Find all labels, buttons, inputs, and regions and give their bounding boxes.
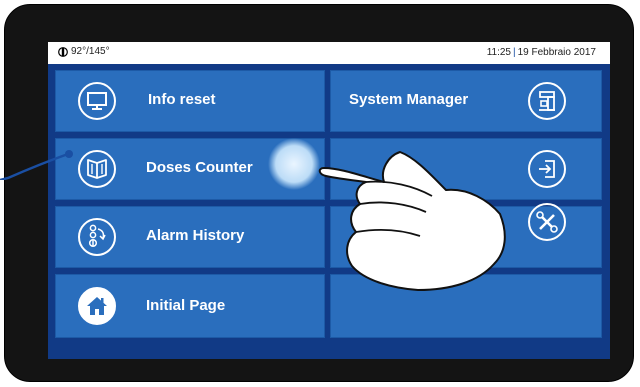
exit-door-icon bbox=[528, 150, 566, 188]
home-icon bbox=[78, 287, 116, 325]
exit-button[interactable] bbox=[330, 138, 602, 200]
coffee-machine-icon bbox=[528, 82, 566, 120]
info-reset-button[interactable]: Info reset bbox=[55, 70, 325, 132]
monitor-icon bbox=[78, 82, 116, 120]
system-manager-label: System Manager bbox=[349, 91, 469, 108]
doses-counter-label: Doses Counter bbox=[146, 159, 253, 176]
alarm-history-button[interactable]: Alarm History bbox=[55, 206, 325, 268]
info-reset-label: Info reset bbox=[148, 91, 216, 108]
book-icon bbox=[78, 150, 116, 188]
empty-tile bbox=[330, 274, 602, 338]
tools-icon bbox=[528, 203, 566, 241]
status-datetime: 11:25 | 19 Febbraio 2017 bbox=[487, 47, 596, 58]
initial-page-button[interactable]: Initial Page bbox=[55, 274, 325, 338]
current-date: 19 Febbraio 2017 bbox=[517, 47, 596, 58]
temperature-value: 92°/145° bbox=[71, 46, 110, 57]
clock-time: 11:25 bbox=[486, 47, 511, 58]
system-manager-button[interactable]: System Manager bbox=[330, 70, 602, 132]
temperature-indicator: 92°/145° bbox=[58, 46, 110, 57]
thermometer-icon bbox=[58, 46, 68, 57]
menu-grid: Info reset System Manager Doses Counter … bbox=[48, 64, 610, 359]
alarm-history-label: Alarm History bbox=[146, 227, 245, 244]
callout-line bbox=[0, 150, 73, 180]
alarm-history-icon bbox=[78, 218, 116, 256]
datetime-separator: | bbox=[512, 47, 516, 58]
touch-indicator bbox=[268, 138, 320, 190]
initial-page-label: Initial Page bbox=[146, 297, 226, 314]
status-bar: 92°/145° 11:25 | 19 Febbraio 2017 bbox=[48, 42, 610, 64]
tools-button[interactable] bbox=[330, 203, 602, 268]
touch-screen: 92°/145° 11:25 | 19 Febbraio 2017 Info res… bbox=[48, 42, 610, 359]
